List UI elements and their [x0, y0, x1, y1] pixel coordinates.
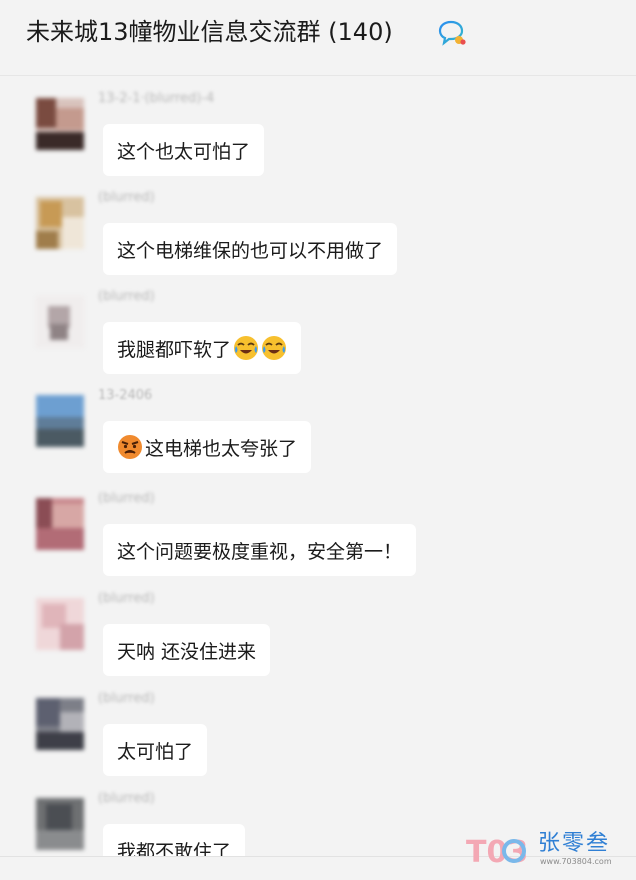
- message-text: 这个也太可怕了: [117, 140, 251, 163]
- message-item: (blurred) 天呐 还没住进来: [0, 580, 636, 679]
- watermark-logo: T03: [466, 835, 528, 868]
- message-text: 天呐 还没住进来: [117, 640, 257, 663]
- message-bubble[interactable]: 太可怕了: [103, 724, 208, 776]
- group-title[interactable]: 未来城13幢物业信息交流群 (140): [26, 14, 393, 50]
- message-bubble[interactable]: 这电梯也太夸张了: [103, 421, 312, 473]
- message-item: 13-2406 这电梯也太夸张了: [0, 377, 636, 476]
- avatar[interactable]: [36, 296, 84, 348]
- angry-face-emoji: [118, 435, 142, 459]
- message-text: 这电梯也太夸张了: [145, 437, 298, 460]
- avatar[interactable]: [36, 197, 84, 249]
- sender-name: 13-2-1·(blurred)-4: [98, 91, 215, 106]
- message-item: (blurred) 太可怕了: [0, 680, 636, 779]
- message-text: 这个电梯维保的也可以不用做了: [117, 239, 384, 262]
- message-item: (blurred) 这个电梯维保的也可以不用做了: [0, 179, 636, 278]
- message-bubble[interactable]: 这个电梯维保的也可以不用做了: [103, 223, 398, 275]
- message-text: 这个问题要极度重视，安全第一！: [117, 540, 403, 563]
- message-bubble[interactable]: 天呐 还没住进来: [103, 624, 271, 676]
- avatar[interactable]: [36, 598, 84, 650]
- group-chat-icon[interactable]: [438, 20, 466, 46]
- sender-name: (blurred): [98, 691, 155, 706]
- sender-name: (blurred): [98, 289, 155, 304]
- sender-name: 13-2406: [98, 388, 153, 403]
- watermark: T03 张零叁 www.703804.com: [464, 832, 632, 872]
- crying-laughing-emoji: [234, 336, 259, 360]
- sender-name: (blurred): [98, 491, 155, 506]
- sender-name: (blurred): [98, 591, 155, 606]
- crying-laughing-emoji: [262, 336, 287, 360]
- sender-name: (blurred): [98, 791, 155, 806]
- watermark-url: www.703804.com: [540, 857, 612, 866]
- avatar[interactable]: [36, 698, 84, 750]
- message-text: 太可怕了: [117, 740, 194, 763]
- svg-text:T03: T03: [466, 835, 528, 868]
- message-bubble[interactable]: 这个也太可怕了: [103, 124, 265, 176]
- avatar[interactable]: [36, 798, 84, 850]
- message-bubble[interactable]: 我腿都吓软了: [103, 322, 302, 374]
- sender-name: (blurred): [98, 190, 155, 205]
- watermark-name: 张零叁: [538, 831, 611, 856]
- message-text: 我都不敢住了: [117, 840, 232, 857]
- message-item: (blurred) 这个问题要极度重视，安全第一！: [0, 480, 636, 579]
- message-text: 我腿都吓软了: [117, 338, 232, 361]
- message-item: 13-2-1·(blurred)-4 这个也太可怕了: [0, 80, 636, 179]
- avatar[interactable]: [36, 98, 84, 150]
- avatar[interactable]: [36, 498, 84, 550]
- message-item: (blurred) 我腿都吓软了: [0, 278, 636, 377]
- chat-header: 未来城13幢物业信息交流群 (140): [0, 0, 636, 76]
- message-bubble[interactable]: 我都不敢住了: [103, 824, 246, 857]
- message-list[interactable]: 13-2-1·(blurred)-4 这个也太可怕了 (blurred) 这个电…: [0, 76, 636, 856]
- avatar[interactable]: [36, 395, 84, 447]
- message-bubble[interactable]: 这个问题要极度重视，安全第一！: [103, 524, 417, 576]
